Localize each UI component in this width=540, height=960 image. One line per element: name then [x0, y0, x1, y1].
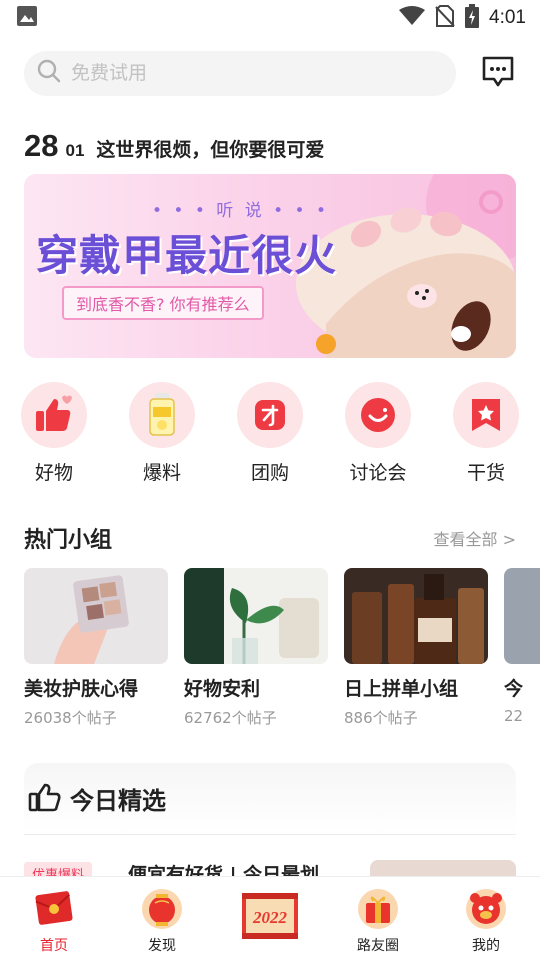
- group-post-count: 22: [504, 707, 524, 725]
- category-label: 爆料: [142, 462, 181, 484]
- smile-chat-icon: [345, 382, 411, 448]
- thumbs-up-icon: [21, 382, 87, 448]
- category-baoliao[interactable]: 爆料: [128, 382, 196, 485]
- tab-label: 我的: [472, 938, 500, 954]
- hot-groups-title: 热门小组: [24, 528, 113, 553]
- wifi-icon: [399, 6, 426, 30]
- battery-charging-icon: [465, 4, 480, 32]
- daily-quote-row: 28 01 这世界很烦，但你要很可爱: [24, 128, 324, 164]
- tab-friend-circle[interactable]: 路友圈: [333, 877, 423, 955]
- image-notification-icon: [16, 5, 38, 31]
- category-row: 好物 爆料 团购 讨论会 干货: [20, 382, 520, 485]
- chat-bubble-icon: [481, 54, 515, 92]
- group-name: 日上拼单小组: [344, 678, 459, 700]
- red-envelope-icon: [28, 883, 80, 933]
- tab-label: 发现: [148, 938, 176, 954]
- group-image: [24, 568, 168, 664]
- message-button[interactable]: [480, 55, 516, 91]
- search-box[interactable]: [24, 50, 456, 96]
- group-card[interactable]: 今 22: [504, 568, 540, 728]
- today-picks-title: 今日精选: [70, 787, 166, 815]
- group-post-count: 886个帖子: [344, 709, 418, 727]
- search-input[interactable]: [71, 62, 411, 84]
- tab-home[interactable]: 首页: [9, 877, 99, 955]
- bookmark-star-icon: [453, 382, 519, 448]
- bottom-tab-bar: 首页 发现 2022 路友圈 我的: [0, 876, 540, 960]
- banner-subtitle: • • • 听 说 • • •: [152, 201, 329, 221]
- tab-me[interactable]: 我的: [441, 877, 531, 955]
- hot-groups-list: 美妆护肤心得 26038个帖子 好物安利 62762个帖子 日上拼单小组 886…: [24, 568, 540, 728]
- new-year-2022-icon: 2022: [242, 893, 298, 939]
- group-card[interactable]: 美妆护肤心得 26038个帖子: [24, 568, 168, 728]
- date-day: 28: [24, 128, 59, 163]
- banner-question-pill: 到底香不香? 你有推荐么: [62, 286, 264, 320]
- center-badge-text: 2022: [252, 908, 288, 927]
- group-card[interactable]: 日上拼单小组 886个帖子: [344, 568, 488, 728]
- category-haowu[interactable]: 好物: [20, 382, 88, 485]
- gift-box-icon: [352, 883, 404, 933]
- no-sim-icon: [435, 5, 455, 31]
- group-card[interactable]: 好物安利 62762个帖子: [184, 568, 328, 728]
- search-icon: [37, 59, 61, 87]
- tab-new-year-badge[interactable]: 2022: [225, 877, 315, 941]
- group-post-count: 62762个帖子: [184, 709, 277, 727]
- status-bar: 4:01: [0, 0, 540, 36]
- category-label: 团购: [250, 462, 289, 484]
- group-name: 今: [504, 678, 524, 700]
- status-time: 4:01: [489, 7, 526, 28]
- banner-title: 穿戴甲最近很火: [36, 231, 338, 280]
- group-name: 美妆护肤心得: [24, 678, 139, 700]
- tiger-face-icon: [460, 883, 512, 933]
- tab-label: 路友圈: [357, 938, 399, 954]
- category-label: 讨论会: [349, 462, 407, 484]
- tab-discover[interactable]: 发现: [117, 877, 207, 955]
- category-ganhuo[interactable]: 干货: [452, 382, 520, 485]
- group-image: [344, 568, 488, 664]
- category-tuangou[interactable]: 团购: [236, 382, 304, 485]
- view-all-link[interactable]: 查看全部 >: [434, 526, 517, 550]
- lantern-icon: [136, 883, 188, 933]
- category-label: 好物: [34, 462, 73, 484]
- tab-label: 首页: [40, 938, 68, 954]
- group-post-count: 26038个帖子: [24, 709, 117, 727]
- category-taolunhui[interactable]: 讨论会: [344, 382, 412, 485]
- daily-quote: 这世界很烦，但你要很可爱: [96, 139, 325, 161]
- date-month: 01: [65, 141, 85, 160]
- hot-groups-header: 热门小组 查看全部 >: [24, 522, 516, 554]
- group-image: [504, 568, 540, 664]
- drink-bottle-icon: [129, 382, 195, 448]
- group-image: [184, 568, 328, 664]
- group-name: 好物安利: [184, 678, 261, 700]
- today-picks-header: 今日精选: [24, 763, 516, 835]
- group-buy-icon: [237, 382, 303, 448]
- search-row: [24, 50, 516, 96]
- promo-banner[interactable]: • • • 听 说 • • • 穿戴甲最近很火 到底香不香? 你有推荐么: [24, 174, 516, 358]
- category-label: 干货: [466, 462, 505, 484]
- thumbs-up-outline-icon: [28, 782, 62, 816]
- article-preview[interactable]: 优惠爆料 便宜有好货 | 今日最划: [24, 858, 516, 878]
